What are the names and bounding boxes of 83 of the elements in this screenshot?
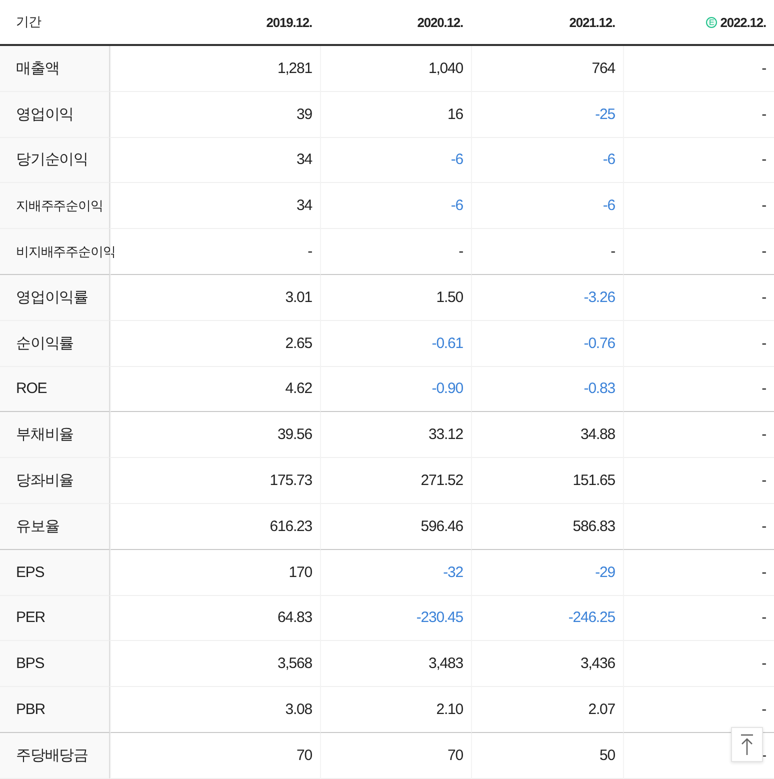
row-label: 영업이익률 [0,274,110,321]
column-header: 2021.12. [471,0,623,46]
table-cell: -6 [471,138,623,184]
table-cell: 34 [110,183,320,230]
row-label: 영업이익 [0,92,110,138]
table-cell: 271.52 [320,458,471,504]
scroll-to-top-button[interactable] [731,727,763,762]
table-cell: -246.25 [471,596,623,642]
table-cell: 70 [110,732,320,779]
row-label: 유보율 [0,504,110,550]
column-header: 2020.12. [320,0,471,46]
table-cell: - [623,46,774,92]
estimate-badge: E [706,16,718,28]
table-cell: 4.62 [110,366,320,412]
table-cell: -32 [320,550,471,596]
table-cell: -0.61 [320,320,471,367]
table-cell: 3.01 [110,274,320,321]
row-label: 당기순이익 [0,138,110,184]
row-label: PER [0,596,110,642]
table-cell: - [623,504,774,550]
table-cell: 39 [110,92,320,138]
table-cell: - [623,412,774,458]
table-cell: -0.76 [471,320,623,367]
table-cell: 50 [471,732,623,779]
table-cell: - [471,229,623,275]
table-cell: -0.83 [471,366,623,412]
table-cell: - [623,183,774,230]
row-label: EPS [0,550,110,596]
table-cell: 2.10 [320,687,471,733]
header-label: 2022.12. [720,14,766,30]
table-cell: 3,483 [320,641,471,688]
row-label: BPS [0,641,110,688]
table-cell: - [623,92,774,138]
table-cell: 33.12 [320,412,471,458]
row-label: 당좌비율 [0,458,110,504]
table-cell: - [623,641,774,688]
table-cell: 16 [320,92,471,138]
table-cell: - [320,229,471,275]
table-cell: 596.46 [320,504,471,550]
table-cell: 151.65 [471,458,623,504]
table-cell: 1,040 [320,46,471,92]
table-cell: -3.26 [471,274,623,321]
table-cell: -25 [471,92,623,138]
table-cell: - [623,458,774,504]
row-label: 지배주주순이익 [0,183,110,230]
row-label: 부채비율 [0,412,110,458]
table-cell: 586.83 [471,504,623,550]
table-cell: - [623,320,774,367]
table-cell: - [623,366,774,412]
table-cell: - [623,596,774,642]
table-cell: 175.73 [110,458,320,504]
row-label: PBR [0,687,110,733]
table-cell: 764 [471,46,623,92]
table-cell: 2.07 [471,687,623,733]
table-cell: - [623,550,774,596]
column-header: 2019.12. [110,0,320,46]
table-cell: 1.50 [320,274,471,321]
row-label: 매출액 [0,46,110,92]
table-cell: 3,568 [110,641,320,688]
table-cell: 1,281 [110,46,320,92]
table-cell: -6 [471,183,623,230]
table-cell: -0.90 [320,366,471,412]
table-cell: 64.83 [110,596,320,642]
table-cell: 2.65 [110,320,320,367]
table-cell: 34 [110,138,320,184]
table-cell: 170 [110,550,320,596]
table-cell: - [623,229,774,275]
table-cell: 39.56 [110,412,320,458]
table-cell: -6 [320,138,471,184]
row-label: 주당배당금 [0,732,110,779]
row-label: ROE [0,366,110,412]
table-cell: - [623,274,774,321]
table-cell: -230.45 [320,596,471,642]
table-cell: 3,436 [471,641,623,688]
arrow-up-icon [740,734,754,756]
table-cell: 70 [320,732,471,779]
table-cell: -29 [471,550,623,596]
table-cell: -6 [320,183,471,230]
table-cell: 3.08 [110,687,320,733]
table-cell: - [623,138,774,184]
table-cell: 616.23 [110,504,320,550]
table-cell: 34.88 [471,412,623,458]
row-label: 순이익률 [0,320,110,367]
